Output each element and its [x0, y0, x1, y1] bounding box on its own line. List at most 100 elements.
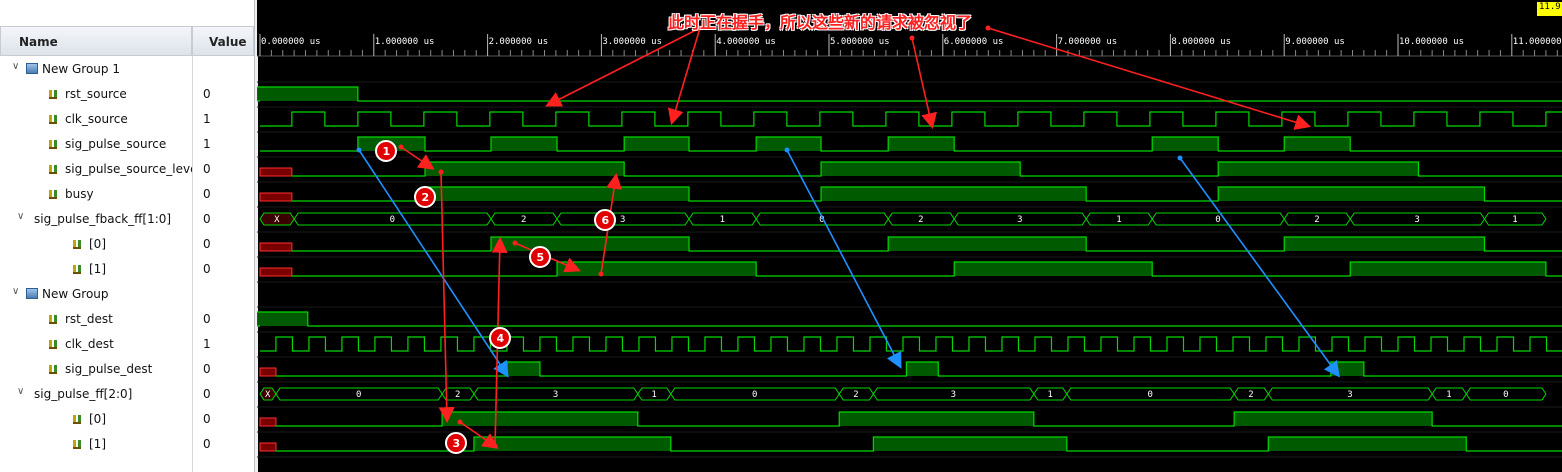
time-tick-label: 2.000000 us: [489, 37, 549, 47]
expand-chevron-icon[interactable]: ∨: [12, 286, 19, 297]
signal-row[interactable]: sig_pulse_source_level 0: [0, 157, 254, 182]
signal-row[interactable]: rst_source 0: [0, 82, 254, 107]
ff-bus-label: 3: [951, 390, 956, 400]
step-marker-label: 2: [422, 191, 430, 204]
time-tick-label: 0.000000 us: [261, 37, 321, 47]
high-fill: [839, 412, 1034, 426]
time-tick-label: 7.000000 us: [1058, 37, 1118, 47]
ff-bus-label: 0: [356, 390, 361, 400]
fback-bus-label: 3: [620, 215, 625, 225]
fback-bus-label: 2: [918, 215, 923, 225]
high-fill: [1284, 137, 1351, 151]
time-tick-label: 11.000000: [1513, 37, 1562, 47]
ff-bus-label: 0: [752, 390, 757, 400]
high-fill: [1330, 362, 1364, 376]
signal-value: 0: [203, 87, 211, 101]
name-column-header[interactable]: Name: [0, 26, 192, 56]
high-fill: [624, 137, 690, 151]
signal-bit-icon: [48, 338, 60, 350]
ff-bus-label: 3: [1347, 390, 1352, 400]
annotation-note: 此时正在握手，所以这些新的请求被忽视了: [668, 13, 973, 32]
signal-name: sig_pulse_fback_ff[1:0]: [34, 212, 172, 226]
signal-row[interactable]: busy 0: [0, 182, 254, 207]
high-fill: [506, 362, 540, 376]
signal-bit-icon: [48, 113, 60, 125]
signal-row[interactable]: ∨ New Group 1: [0, 57, 254, 82]
ff-bus-label: 2: [853, 390, 858, 400]
high-fill: [1268, 437, 1467, 451]
high-fill: [888, 137, 955, 151]
step-marker-label: 4: [497, 332, 505, 345]
high-fill: [873, 437, 1067, 451]
value-column-header[interactable]: Value: [192, 26, 254, 56]
signal-bit-icon: [72, 413, 84, 425]
high-fill: [473, 437, 671, 451]
signal-row[interactable]: sig_pulse_source 1: [0, 132, 254, 157]
ff-bus-label: 0: [1503, 390, 1508, 400]
signal-row[interactable]: ∨ New Group: [0, 282, 254, 307]
fback-bus-label: 1: [1116, 215, 1121, 225]
time-tick-label: 4.000000 us: [716, 37, 776, 47]
undefined-region: [259, 242, 293, 252]
signal-name: [0]: [89, 237, 106, 251]
undefined-region: [259, 192, 293, 202]
fback-bus-label: 2: [1314, 215, 1319, 225]
signal-bit-icon: [48, 313, 60, 325]
signal-bit-icon: [48, 363, 60, 375]
signal-value: 1: [203, 112, 211, 126]
signal-row[interactable]: ∨ sig_pulse_ff[2:0] 0: [0, 382, 254, 407]
signal-row[interactable]: rst_dest 0: [0, 307, 254, 332]
undefined-region: [259, 417, 277, 427]
ff-bus-label: 1: [1446, 390, 1451, 400]
high-fill: [425, 162, 625, 176]
fback-bus-label: X: [274, 215, 280, 225]
high-fill: [1218, 187, 1485, 201]
signal-value: 0: [203, 412, 211, 426]
signal-name: New Group: [42, 287, 109, 301]
high-fill: [257, 312, 308, 326]
signal-name-panel: Name Value ∨ New Group 1 rst_source 0 clk_so…: [0, 0, 256, 472]
signal-bit-icon: [72, 438, 84, 450]
signal-bit-icon: [72, 263, 84, 275]
step-arrow: [438, 171, 455, 424]
high-fill: [888, 237, 1087, 251]
time-tick-label: 9.000000 us: [1285, 37, 1345, 47]
signal-name: clk_dest: [65, 337, 114, 351]
signal-row[interactable]: [1] 0: [0, 257, 254, 282]
high-fill: [442, 412, 638, 426]
signal-row[interactable]: ∨ sig_pulse_fback_ff[1:0] 0: [0, 207, 254, 232]
signal-row[interactable]: [1] 0: [0, 432, 254, 457]
cursor-time-label: 11.9: [1537, 2, 1562, 16]
time-tick-label: 10.000000 us: [1399, 37, 1464, 47]
signal-name: clk_source: [65, 112, 128, 126]
signal-row[interactable]: sig_pulse_dest 0: [0, 357, 254, 382]
step-marker-label: 6: [602, 214, 610, 227]
high-fill: [1234, 412, 1433, 426]
step-marker-label: 5: [537, 251, 545, 264]
expand-chevron-icon[interactable]: ∨: [12, 61, 19, 72]
column-divider[interactable]: [192, 56, 193, 472]
signal-value: 1: [203, 337, 211, 351]
signal-name: busy: [65, 187, 94, 201]
expand-chevron-icon[interactable]: ∨: [17, 386, 24, 397]
fback-bus-label: 1: [720, 215, 725, 225]
undefined-region: [259, 167, 293, 177]
signal-row[interactable]: clk_dest 1: [0, 332, 254, 357]
signal-row[interactable]: [0] 0: [0, 407, 254, 432]
waveform-panel[interactable]: 0.000000 us 1.000000 us 2.000000 us 3.00000…: [257, 0, 1562, 472]
expand-chevron-icon[interactable]: ∨: [17, 211, 24, 222]
rst-source-wave: [257, 86, 1562, 102]
group-folder-icon: [26, 288, 38, 299]
signal-row[interactable]: clk_source 1: [0, 107, 254, 132]
signal-value: 0: [203, 212, 211, 226]
signal-row[interactable]: [0] 0: [0, 232, 254, 257]
ff-bus-label: 1: [651, 390, 656, 400]
time-tick-label: 8.000000 us: [1171, 37, 1231, 47]
fback-bus-label: 0: [390, 215, 395, 225]
signal-name: sig_pulse_dest: [65, 362, 153, 376]
step-marker-label: 1: [383, 145, 391, 158]
high-fill: [491, 237, 690, 251]
undefined-region: [259, 267, 293, 277]
rst-dest-wave: [257, 311, 1562, 327]
signal-value: 0: [203, 162, 211, 176]
